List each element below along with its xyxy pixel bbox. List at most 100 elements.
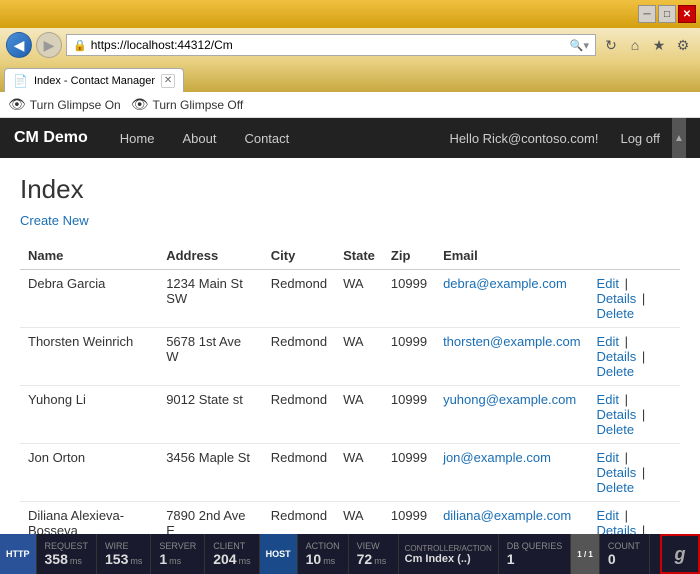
stat-view: View 72 ms (349, 534, 399, 574)
separator: | (621, 334, 628, 349)
stat-db-queries: DB Queries 1 (499, 534, 572, 574)
cell-name: Yuhong Li (20, 386, 158, 444)
stat-wire: Wire 153 ms (97, 534, 151, 574)
email-link[interactable]: debra@example.com (443, 276, 567, 291)
nav-about[interactable]: About (170, 123, 228, 154)
cell-address: 3456 Maple St (158, 444, 263, 502)
cell-email: diliana@example.com (435, 502, 588, 535)
logoff-link[interactable]: Log off (608, 123, 672, 154)
email-link[interactable]: yuhong@example.com (443, 392, 576, 407)
separator: | (638, 523, 645, 534)
nav-scrollbar[interactable]: ▲ (672, 118, 686, 158)
glimpse-on-button[interactable]: 👁 Turn Glimpse On (8, 96, 121, 113)
delete-link[interactable]: Delete (597, 306, 635, 321)
cell-address: 7890 2nd Ave E (158, 502, 263, 535)
cell-city: Redmond (263, 386, 335, 444)
action-row-2: Delete (597, 306, 672, 321)
separator: | (621, 450, 628, 465)
glimpse-off-label: Turn Glimpse Off (152, 98, 243, 112)
details-link[interactable]: Details (597, 465, 637, 480)
page-title: Index (20, 174, 680, 205)
separator: | (638, 291, 645, 306)
delete-link[interactable]: Delete (597, 480, 635, 495)
create-new-link[interactable]: Create New (20, 213, 680, 228)
settings-icon[interactable]: ⚙ (672, 34, 694, 56)
cell-email: yuhong@example.com (435, 386, 588, 444)
cell-state: WA (335, 386, 383, 444)
cell-actions: Edit | Details |Delete (589, 502, 680, 535)
address-input[interactable] (91, 38, 566, 52)
refresh-icon[interactable]: ↻ (600, 34, 622, 56)
minimize-button[interactable]: ─ (638, 5, 656, 23)
cell-zip: 10999 (383, 270, 435, 328)
cell-actions: Edit | Details |Delete (589, 328, 680, 386)
maximize-button[interactable]: □ (658, 5, 676, 23)
email-link[interactable]: jon@example.com (443, 450, 551, 465)
table-header: Name Address City State Zip Email (20, 242, 680, 270)
glimpse-logo-button[interactable]: g (660, 534, 700, 574)
forward-button[interactable]: ▶ (36, 32, 62, 58)
action-row-1: Edit | Details | (597, 276, 672, 306)
separator: | (638, 465, 645, 480)
cell-city: Redmond (263, 270, 335, 328)
edit-link[interactable]: Edit (597, 392, 619, 407)
user-greeting: Hello Rick@contoso.com! (449, 131, 598, 146)
details-link[interactable]: Details (597, 523, 637, 534)
email-link[interactable]: thorsten@example.com (443, 334, 580, 349)
cell-city: Redmond (263, 502, 335, 535)
back-button[interactable]: ◀ (6, 32, 32, 58)
cell-address: 5678 1st Ave W (158, 328, 263, 386)
edit-link[interactable]: Edit (597, 450, 619, 465)
cell-zip: 10999 (383, 386, 435, 444)
nav-right: Hello Rick@contoso.com! Log off (449, 123, 672, 154)
stat-controller-action: Controller/Action Cm Index (..) (399, 534, 499, 574)
action-row-2: Delete (597, 364, 672, 379)
cell-zip: 10999 (383, 328, 435, 386)
tab-close-button[interactable]: ✕ (161, 74, 175, 88)
cell-actions: Edit | Details |Delete (589, 270, 680, 328)
browser-tab[interactable]: 📄 Index - Contact Manager ✕ (4, 68, 184, 92)
stat-action: Action 10 ms (298, 534, 349, 574)
col-email: Email (435, 242, 588, 270)
titlebar-buttons: ─ □ ✕ (638, 5, 696, 23)
details-link[interactable]: Details (597, 291, 637, 306)
delete-link[interactable]: Delete (597, 422, 635, 437)
col-actions (589, 242, 680, 270)
nav-home[interactable]: Home (108, 123, 167, 154)
edit-link[interactable]: Edit (597, 334, 619, 349)
main-content: Index Create New Name Address City State… (0, 158, 700, 534)
separator: | (638, 407, 645, 422)
home-icon[interactable]: ⌂ (624, 34, 646, 56)
cell-state: WA (335, 502, 383, 535)
browser-toolbar: ◀ ▶ 🔒 🔍▾ ↻ ⌂ ★ ⚙ (0, 28, 700, 62)
action-row-1: Edit | Details | (597, 508, 672, 534)
action-row-1: Edit | Details | (597, 334, 672, 364)
table-row: Debra Garcia1234 Main St SWRedmondWA1099… (20, 270, 680, 328)
table-row: Jon Orton3456 Maple StRedmondWA10999jon@… (20, 444, 680, 502)
glimpse-on-label: Turn Glimpse On (30, 98, 121, 112)
delete-link[interactable]: Delete (597, 364, 635, 379)
separator: | (638, 349, 645, 364)
glimpse-off-icon: 👁 (131, 96, 149, 113)
details-link[interactable]: Details (597, 407, 637, 422)
ajax-badge: 1 / 1 (571, 534, 600, 574)
nav-contact[interactable]: Contact (232, 123, 301, 154)
close-button[interactable]: ✕ (678, 5, 696, 23)
action-row-1: Edit | Details | (597, 450, 672, 480)
email-link[interactable]: diliana@example.com (443, 508, 571, 523)
favorites-icon[interactable]: ★ (648, 34, 670, 56)
cell-address: 1234 Main St SW (158, 270, 263, 328)
app-nav: CM Demo Home About Contact Hello Rick@co… (0, 118, 700, 158)
tab-bar: 📄 Index - Contact Manager ✕ (0, 62, 700, 92)
separator: | (621, 276, 628, 291)
details-link[interactable]: Details (597, 349, 637, 364)
glimpse-off-button[interactable]: 👁 Turn Glimpse Off (131, 96, 243, 113)
app-brand[interactable]: CM Demo (14, 129, 88, 147)
edit-link[interactable]: Edit (597, 508, 619, 523)
table-row: Yuhong Li9012 State stRedmondWA10999yuho… (20, 386, 680, 444)
glimpse-bar: 👁 Turn Glimpse On 👁 Turn Glimpse Off (0, 92, 700, 118)
edit-link[interactable]: Edit (597, 276, 619, 291)
cell-name: Diliana Alexieva-Bosseva (20, 502, 158, 535)
http-badge: HTTP (0, 534, 37, 574)
toolbar-icons: ↻ ⌂ ★ ⚙ (600, 34, 694, 56)
